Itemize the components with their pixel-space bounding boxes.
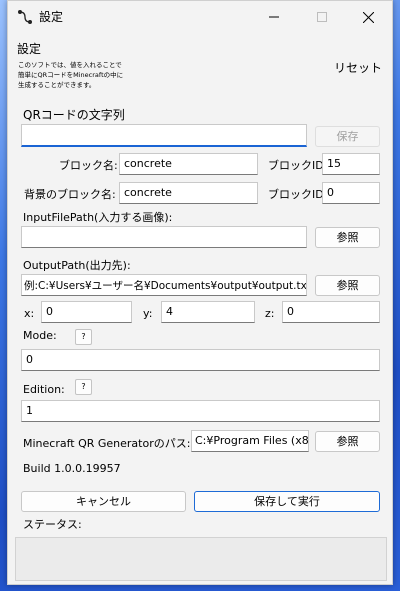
output-path-input[interactable]: 例:C:¥Users¥ユーザー名¥Documents¥output¥output… xyxy=(21,274,307,296)
input-file-input[interactable] xyxy=(21,226,307,248)
edition-input[interactable]: 1 xyxy=(21,400,380,422)
qr-string-label: QRコードの文字列 xyxy=(23,108,125,122)
block-id-input[interactable]: 15 xyxy=(322,153,380,175)
output-path-browse-button[interactable]: 参照 xyxy=(315,275,380,296)
block-id-label: ブロックID: xyxy=(268,159,328,172)
description-line-2: 簡単にQRコードをMinecraftの中に xyxy=(18,71,124,79)
bg-block-name-input[interactable]: concrete xyxy=(119,182,258,204)
status-label: ステータス: xyxy=(23,518,82,531)
description-line-1: このソフトでは、値を入れることで xyxy=(18,61,122,69)
edition-label: Edition: xyxy=(23,383,65,396)
build-version: Build 1.0.0.19957 xyxy=(23,462,121,475)
qr-string-input[interactable] xyxy=(21,124,307,147)
mode-input[interactable]: 0 xyxy=(21,349,380,371)
maximize-button[interactable] xyxy=(299,1,345,33)
app-icon xyxy=(18,10,32,24)
y-input[interactable]: 4 xyxy=(161,301,255,323)
input-file-browse-button[interactable]: 参照 xyxy=(315,227,380,248)
bg-block-name-label: 背景のブロック名: xyxy=(24,188,116,201)
settings-window: 設定 設定 このソフトでは、値を入れることで 簡単にQRコードをMinecraf… xyxy=(7,0,393,585)
x-input[interactable]: 0 xyxy=(41,301,132,323)
z-label: z: xyxy=(265,307,275,320)
mode-label: Mode: xyxy=(23,329,57,342)
bg-block-id-input[interactable]: 0 xyxy=(322,182,380,204)
minimize-button[interactable] xyxy=(251,1,297,33)
maximize-icon xyxy=(317,12,327,22)
reset-link[interactable]: リセット xyxy=(334,59,382,76)
description-line-3: 生成することができます。 xyxy=(18,81,96,89)
title-bar[interactable]: 設定 xyxy=(8,1,392,33)
generator-path-label: Minecraft QR Generatorのパス: xyxy=(23,437,191,450)
close-button[interactable] xyxy=(345,1,391,33)
window-title: 設定 xyxy=(39,10,64,24)
edition-help-button[interactable]: ? xyxy=(75,379,92,395)
generator-path-input[interactable]: C:¥Program Files (x86 xyxy=(191,430,309,452)
cancel-button[interactable]: キャンセル xyxy=(21,491,186,512)
mode-help-button[interactable]: ? xyxy=(75,329,92,345)
y-label: y: xyxy=(143,307,153,320)
minimize-icon xyxy=(269,16,279,18)
generator-path-browse-button[interactable]: 参照 xyxy=(315,431,380,452)
x-label: x: xyxy=(24,307,35,320)
close-icon xyxy=(362,11,374,23)
z-input[interactable]: 0 xyxy=(282,301,380,323)
save-and-run-button[interactable]: 保存して実行 xyxy=(194,491,380,512)
block-name-input[interactable]: concrete xyxy=(119,153,258,175)
input-file-label: InputFilePath(入力する画像): xyxy=(23,211,173,224)
bg-block-id-label: ブロックID: xyxy=(268,188,328,201)
save-button[interactable]: 保存 xyxy=(315,126,380,147)
output-path-label: OutputPath(出力先): xyxy=(23,259,131,272)
status-area xyxy=(15,537,387,581)
settings-heading: 設定 xyxy=(17,42,42,56)
block-name-label: ブロック名: xyxy=(59,159,118,172)
